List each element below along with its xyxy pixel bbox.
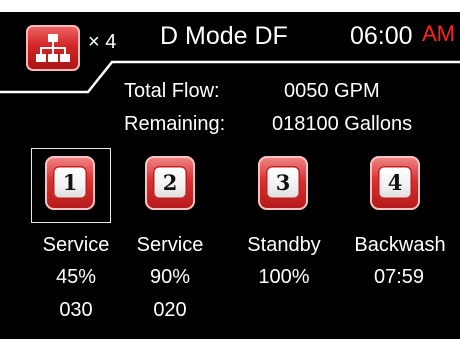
unit-2-percent: 90% [149, 266, 191, 288]
clock-time[interactable]: 06:00 [350, 22, 413, 51]
unit-4-number: 4 [378, 166, 412, 199]
total-flow-label: Total Flow: [124, 80, 220, 102]
unit-4-status: Backwash [354, 234, 446, 256]
mode-label[interactable]: D Mode DF [160, 22, 288, 51]
unit-2-code: 020 [153, 299, 187, 321]
network-icon [36, 34, 70, 62]
unit-1-number: 1 [53, 166, 87, 199]
unit-1-percent: 45% [55, 266, 97, 288]
remaining-label: Remaining: [124, 113, 226, 135]
unit-1-status: Service [42, 234, 110, 256]
remaining-value: 018100 Gallons [272, 113, 413, 135]
unit-2-button[interactable]: 2 [145, 156, 195, 210]
unit-count: × 4 [88, 31, 117, 53]
unit-3-button[interactable]: 3 [258, 156, 308, 210]
unit-3-status: Standby [247, 234, 321, 256]
controller-screen: × 4 D Mode DF 06:00 AM Total Flow: 0050 … [0, 0, 460, 339]
unit-4-timer: 07:59 [373, 266, 425, 288]
unit-3-percent: 100% [258, 266, 310, 288]
total-flow-value: 0050 GPM [284, 80, 380, 102]
clock-ampm: AM [422, 21, 455, 46]
unit-1-button[interactable]: 1 [45, 156, 95, 210]
network-button[interactable] [26, 25, 80, 71]
unit-1-code: 030 [59, 299, 93, 321]
unit-4-button[interactable]: 4 [370, 156, 420, 210]
unit-2-status: Service [136, 234, 204, 256]
unit-2-number: 2 [153, 166, 187, 199]
unit-3-number: 3 [266, 166, 300, 199]
